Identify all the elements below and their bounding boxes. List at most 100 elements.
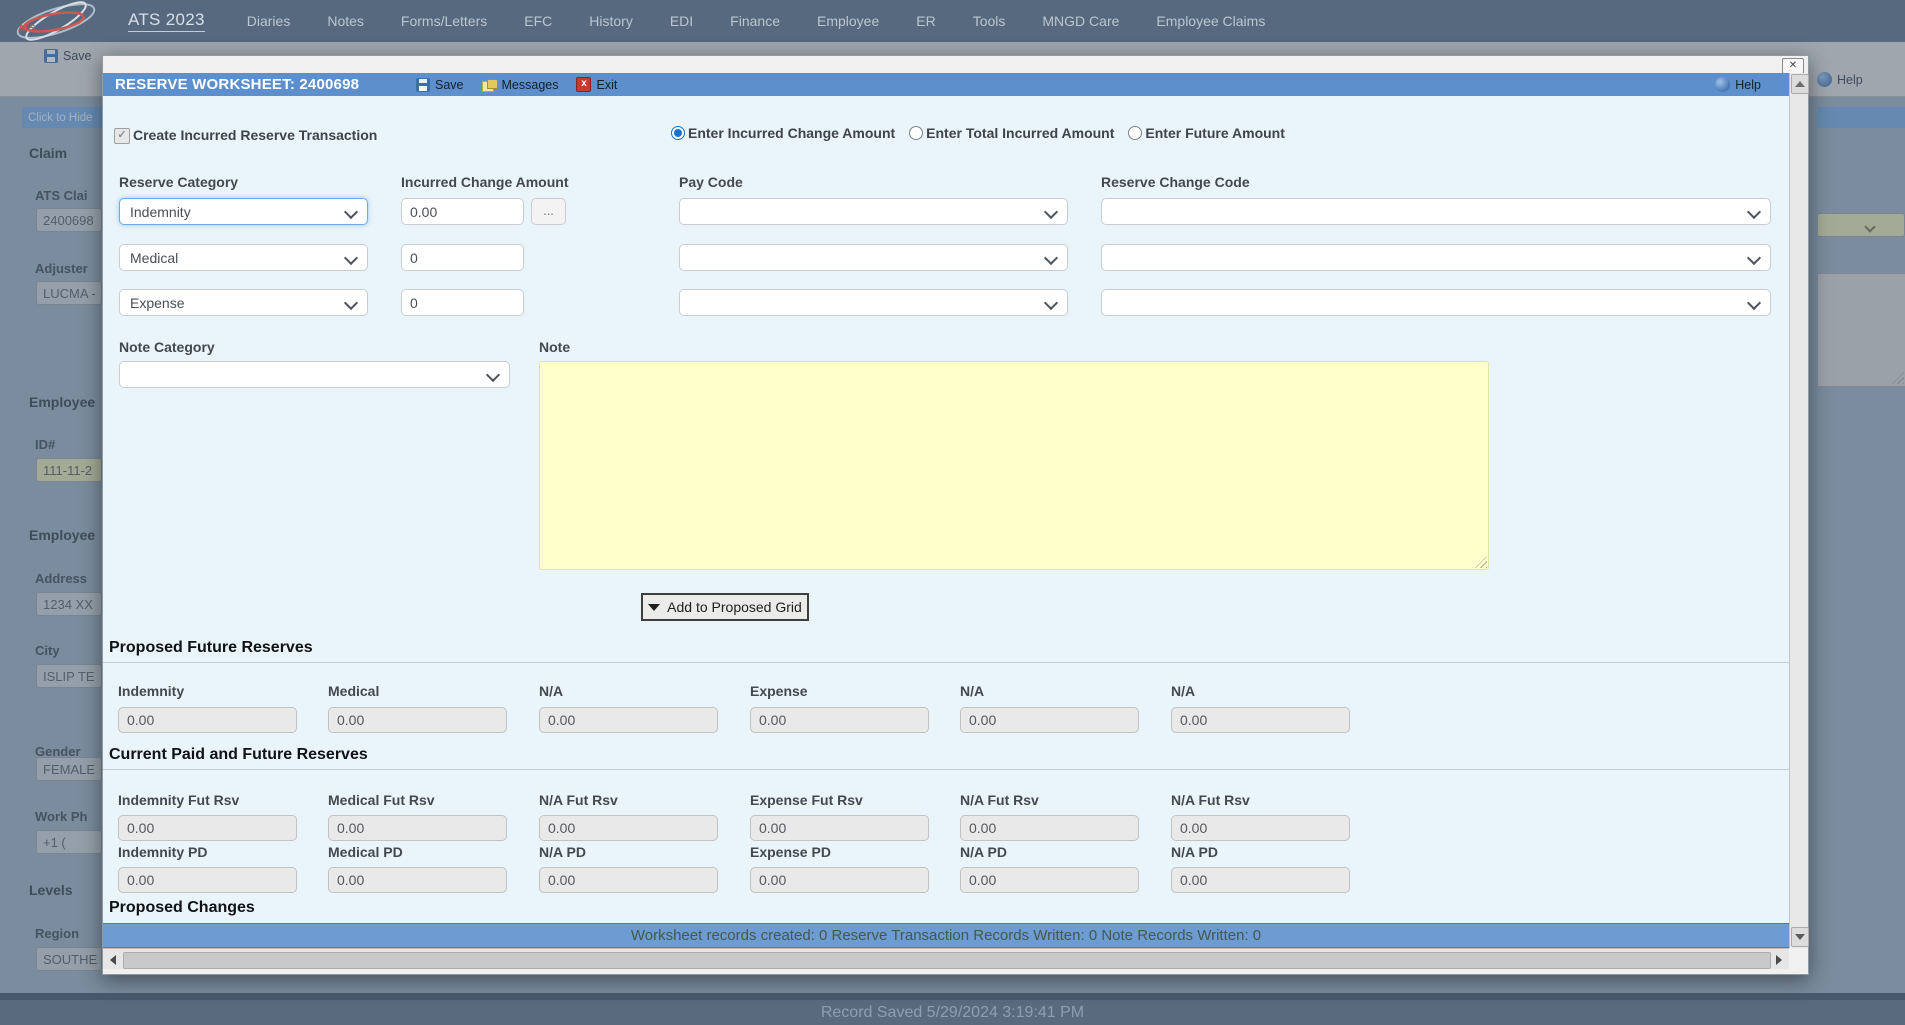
nav-item-history[interactable]: History: [589, 13, 633, 29]
dialog-titlebar: RESERVE WORKSHEET: 2400698 Save Messages…: [103, 73, 1789, 96]
proposed-value-4: 0.00: [750, 707, 929, 733]
nav-item-tools[interactable]: Tools: [973, 13, 1006, 29]
horizontal-scroll-thumb[interactable]: [123, 952, 1771, 969]
nav-item-er[interactable]: ER: [916, 13, 935, 29]
help-button[interactable]: Help: [1715, 73, 1761, 96]
scroll-down-icon[interactable]: [1791, 927, 1809, 947]
proposed-value-2: 0.00: [328, 707, 507, 733]
section-divider: [103, 769, 1789, 770]
chevron-down-icon: [344, 205, 358, 219]
reserve-category-select-1[interactable]: Indemnity: [119, 198, 368, 225]
proposed-changes-heading: Proposed Changes: [109, 899, 255, 917]
note-category-select[interactable]: [119, 361, 510, 388]
reserve-change-code-select-1[interactable]: [1101, 198, 1771, 225]
caret-down-icon: [648, 604, 660, 611]
pay-code-select-1[interactable]: [679, 198, 1068, 225]
exit-button[interactable]: x Exit: [576, 77, 617, 92]
scroll-right-icon[interactable]: [1772, 953, 1786, 967]
scroll-left-icon[interactable]: [106, 953, 120, 967]
messages-icon: [482, 79, 497, 91]
dialog-toolbar: Save Messages x Exit: [416, 73, 617, 96]
fut-rsv-label-3: N/A Fut Rsv: [539, 792, 618, 808]
pd-label-3: N/A PD: [539, 844, 586, 860]
chevron-down-icon: [1747, 205, 1761, 219]
proposed-label-4: Expense: [750, 683, 808, 699]
nav-item-finance[interactable]: Finance: [730, 13, 780, 29]
fut-rsv-label-5: N/A Fut Rsv: [960, 792, 1039, 808]
note-category-label: Note Category: [119, 339, 215, 355]
add-to-proposed-grid-button[interactable]: Add to Proposed Grid: [641, 593, 809, 621]
scroll-up-icon[interactable]: [1791, 74, 1809, 94]
pay-code-select-3[interactable]: [679, 289, 1068, 316]
radio-icon: [909, 126, 923, 140]
radio-enter-incurred-change[interactable]: Enter Incurred Change Amount: [671, 125, 895, 141]
pd-value-5: 0.00: [960, 867, 1139, 893]
reserve-category-select-3[interactable]: Expense: [119, 289, 368, 316]
proposed-label-5: N/A: [960, 683, 984, 699]
reserve-change-code-select-3[interactable]: [1101, 289, 1771, 316]
radio-enter-total-incurred[interactable]: Enter Total Incurred Amount: [909, 125, 1114, 141]
pd-label-2: Medical PD: [328, 844, 403, 860]
proposed-label-3: N/A: [539, 683, 563, 699]
nav-item-efc[interactable]: EFC: [524, 13, 552, 29]
nav-item-edi[interactable]: EDI: [670, 13, 693, 29]
create-incurred-label: Create Incurred Reserve Transaction: [133, 127, 377, 143]
vertical-scrollbar[interactable]: [1789, 73, 1808, 948]
nav-item-notes[interactable]: Notes: [327, 13, 364, 29]
messages-button[interactable]: Messages: [482, 78, 559, 92]
nav-brand[interactable]: ATS 2023: [128, 10, 205, 32]
pay-code-select-2[interactable]: [679, 244, 1068, 271]
chevron-down-icon: [486, 368, 500, 382]
nav-item-employee-claims[interactable]: Employee Claims: [1156, 13, 1265, 29]
ats-logo: ATS: [8, 1, 104, 41]
dialog-close-button[interactable]: ✕: [1782, 58, 1804, 74]
amount-mode-radio-group: Enter Incurred Change Amount Enter Total…: [671, 125, 1285, 141]
reserve-change-code-select-2[interactable]: [1101, 244, 1771, 271]
proposed-future-reserves-heading: Proposed Future Reserves: [109, 639, 313, 657]
nav-item-forms-letters[interactable]: Forms/Letters: [401, 13, 487, 29]
reserve-category-column-label: Reserve Category: [119, 174, 238, 190]
amount-more-button[interactable]: ...: [531, 198, 566, 225]
proposed-label-1: Indemnity: [118, 683, 184, 699]
radio-enter-future[interactable]: Enter Future Amount: [1128, 125, 1284, 141]
dialog-title: RESERVE WORKSHEET: 2400698: [115, 76, 359, 93]
fut-rsv-label-2: Medical Fut Rsv: [328, 792, 435, 808]
nav-item-diaries[interactable]: Diaries: [247, 13, 291, 29]
top-nav: ATS ATS 2023 Diaries Notes Forms/Letters…: [0, 0, 1905, 42]
incurred-change-input-3[interactable]: [401, 289, 524, 316]
pd-value-4: 0.00: [750, 867, 929, 893]
proposed-label-2: Medical: [328, 683, 379, 699]
incurred-change-input-1[interactable]: [401, 198, 524, 225]
fut-rsv-label-1: Indemnity Fut Rsv: [118, 792, 239, 808]
nav-item-employee[interactable]: Employee: [817, 13, 879, 29]
chevron-down-icon: [1747, 251, 1761, 265]
exit-x-icon: x: [576, 77, 591, 92]
reserve-category-select-2[interactable]: Medical: [119, 244, 368, 271]
fut-rsv-value-1: 0.00: [118, 815, 297, 841]
help-globe-icon: [1715, 77, 1730, 92]
pd-value-1: 0.00: [118, 867, 297, 893]
proposed-label-6: N/A: [1171, 683, 1195, 699]
create-incurred-checkbox[interactable]: ✓: [114, 128, 130, 144]
proposed-value-1: 0.00: [118, 707, 297, 733]
chevron-down-icon: [1044, 296, 1058, 310]
chevron-down-icon: [344, 296, 358, 310]
nav-items: Diaries Notes Forms/Letters EFC History …: [247, 13, 1266, 29]
fut-rsv-label-6: N/A Fut Rsv: [1171, 792, 1250, 808]
pd-label-4: Expense PD: [750, 844, 831, 860]
chevron-down-icon: [1044, 251, 1058, 265]
incurred-change-input-2[interactable]: [401, 244, 524, 271]
close-icon: ✕: [1789, 60, 1797, 71]
fut-rsv-value-4: 0.00: [750, 815, 929, 841]
radio-selected-icon: [671, 126, 685, 140]
nav-item-mngd-care[interactable]: MNGD Care: [1042, 13, 1119, 29]
pd-value-2: 0.00: [328, 867, 507, 893]
fut-rsv-value-5: 0.00: [960, 815, 1139, 841]
save-button[interactable]: Save: [416, 78, 464, 92]
chevron-down-icon: [344, 251, 358, 265]
note-label: Note: [539, 339, 570, 355]
fut-rsv-value-6: 0.00: [1171, 815, 1350, 841]
note-textarea[interactable]: [539, 361, 1489, 570]
fut-rsv-label-4: Expense Fut Rsv: [750, 792, 863, 808]
horizontal-scrollbar[interactable]: [103, 948, 1789, 969]
